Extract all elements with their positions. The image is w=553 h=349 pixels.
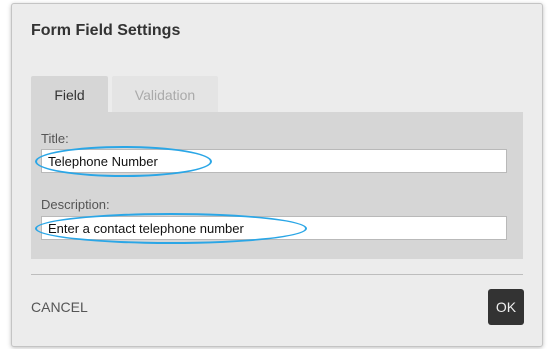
ok-button[interactable]: OK	[488, 289, 524, 325]
form-field-settings-dialog: Form Field Settings Field Validation Tit…	[11, 3, 543, 347]
title-input[interactable]: Telephone Number	[41, 149, 507, 173]
dialog-title: Form Field Settings	[31, 22, 181, 39]
title-label: Title:	[41, 131, 69, 146]
cancel-button[interactable]: CANCEL	[31, 299, 88, 315]
footer-divider	[31, 274, 523, 275]
tab-field[interactable]: Field	[31, 76, 108, 112]
tab-validation[interactable]: Validation	[112, 76, 218, 112]
description-input[interactable]: Enter a contact telephone number	[41, 216, 507, 240]
field-tab-panel: Title: Telephone Number Description: Ent…	[31, 112, 523, 259]
description-label: Description:	[41, 197, 110, 212]
